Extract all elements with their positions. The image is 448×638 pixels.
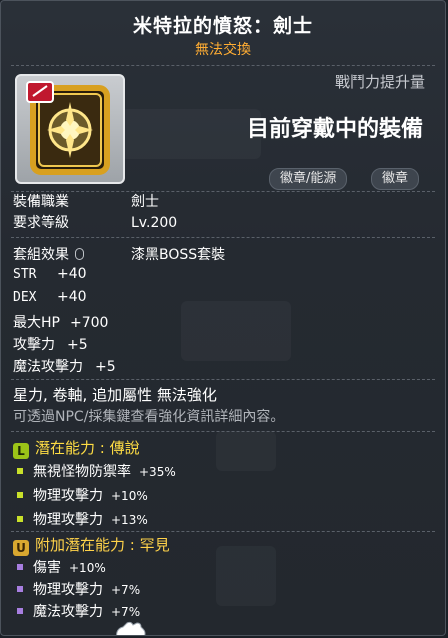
divider xyxy=(11,531,435,532)
stat-row: STR +40 xyxy=(13,266,87,282)
potential-stat-name: 物理攻擊力 xyxy=(33,512,103,528)
bullet-icon xyxy=(17,492,23,498)
stat-name: 最大HP xyxy=(13,315,60,331)
bonus-stat-value: +10% xyxy=(69,561,106,575)
job-label: 裝備職業 xyxy=(13,194,69,210)
mouse-icon xyxy=(75,248,84,260)
bonus-stat-value: +7% xyxy=(111,583,141,597)
stat-row: 攻擊力 +5 xyxy=(13,334,88,354)
bonus-stat-name: 傷害 xyxy=(33,560,61,576)
bonus-potential-line: 傷害 +10% xyxy=(17,557,106,577)
bonus-stat-value: +7% xyxy=(111,605,141,619)
item-tooltip: 米特拉的憤怒：劍士 無法交換 戰鬥力提升量 目前穿戴中的裝備 徽章/能源 徽章 … xyxy=(0,0,446,636)
bonus-stat-name: 魔法攻擊力 xyxy=(33,604,103,620)
background-panel xyxy=(216,546,276,606)
background-panel xyxy=(181,301,291,361)
divider xyxy=(11,237,435,238)
stat-name: 攻擊力 xyxy=(13,337,55,353)
job-requirement-row: 裝備職業 劍士 xyxy=(13,191,159,211)
trade-status: 無法交換 xyxy=(195,42,251,58)
potential-line: 無視怪物防禦率 +35% xyxy=(17,461,176,481)
level-requirement-row: 要求等級 Lv.200 xyxy=(13,212,177,232)
set-effect-row[interactable]: 套組效果 漆黑BOSS套裝 xyxy=(13,244,225,264)
bonus-potential-line: 物理攻擊力 +7% xyxy=(17,579,140,599)
rare-grade-icon: U xyxy=(13,540,29,556)
bullet-icon xyxy=(17,564,23,570)
stat-value: +5 xyxy=(95,359,116,375)
item-title: 米特拉的憤怒：劍士 xyxy=(132,15,313,37)
emblem-icon xyxy=(26,81,110,175)
stat-value: +700 xyxy=(69,315,109,331)
stat-row: 魔法攻擊力 +5 xyxy=(13,356,116,376)
job-value: 劍士 xyxy=(131,194,159,210)
bullet-icon xyxy=(17,586,23,592)
potential-stat-name: 無視怪物防禦率 xyxy=(33,464,131,480)
bullet-icon xyxy=(17,516,23,522)
background-panel xyxy=(216,431,276,471)
bonus-stat-name: 物理攻擊力 xyxy=(33,582,103,598)
stat-value: +5 xyxy=(67,337,88,353)
emblem-icon-frame xyxy=(15,74,125,184)
level-label: 要求等級 xyxy=(13,215,69,231)
set-effect-value: 漆黑BOSS套裝 xyxy=(131,247,226,263)
potential-title: 潛在能力 : 傳說 xyxy=(35,439,140,457)
divider xyxy=(11,65,435,66)
bullet-icon xyxy=(17,468,23,474)
enhancement-hint: 可透過NPC/採集鍵查看強化資訊詳細內容。 xyxy=(13,409,285,425)
stat-row: DEX +40 xyxy=(13,289,87,305)
bonus-potential-title: 附加潛在能力 : 罕見 xyxy=(35,536,170,554)
combat-power-label: 戰鬥力提升量 xyxy=(334,73,425,91)
legendary-grade-icon: L xyxy=(13,443,29,459)
divider xyxy=(11,379,435,380)
bonus-potential-line: 魔法攻擊力 +7% xyxy=(17,601,140,621)
enhancement-restriction: 星力, 卷軸, 追加屬性 無法強化 xyxy=(13,386,217,404)
potential-line: 物理攻擊力 +13% xyxy=(17,509,148,529)
potential-stat-name: 物理攻擊力 xyxy=(33,488,103,504)
subcategory-tag: 徽章 xyxy=(371,168,420,190)
stat-row: 最大HP +700 xyxy=(13,312,108,332)
stat-name: STR xyxy=(13,267,37,282)
background-panel xyxy=(121,109,261,159)
stat-name: DEX xyxy=(13,290,37,305)
potential-header: L 潛在能力 : 傳說 xyxy=(13,437,140,459)
bullet-icon xyxy=(17,608,23,614)
bonus-potential-header: U 附加潛在能力 : 罕見 xyxy=(13,534,170,556)
level-value: Lv.200 xyxy=(131,215,178,231)
currently-equipped-label: 目前穿戴中的裝備 xyxy=(246,117,423,142)
potential-line: 物理攻擊力 +10% xyxy=(17,485,148,505)
potential-stat-value: +35% xyxy=(139,465,176,479)
cursor-glove-icon xyxy=(116,621,146,635)
stat-value: +40 xyxy=(57,266,87,282)
stat-value: +40 xyxy=(57,289,87,305)
category-tag: 徽章/能源 xyxy=(269,168,348,190)
stat-name: 魔法攻擊力 xyxy=(13,359,83,375)
potential-stat-value: +13% xyxy=(111,513,148,527)
potential-stat-value: +10% xyxy=(111,489,148,503)
divider xyxy=(11,431,435,432)
set-effect-label: 套組效果 xyxy=(13,247,69,263)
